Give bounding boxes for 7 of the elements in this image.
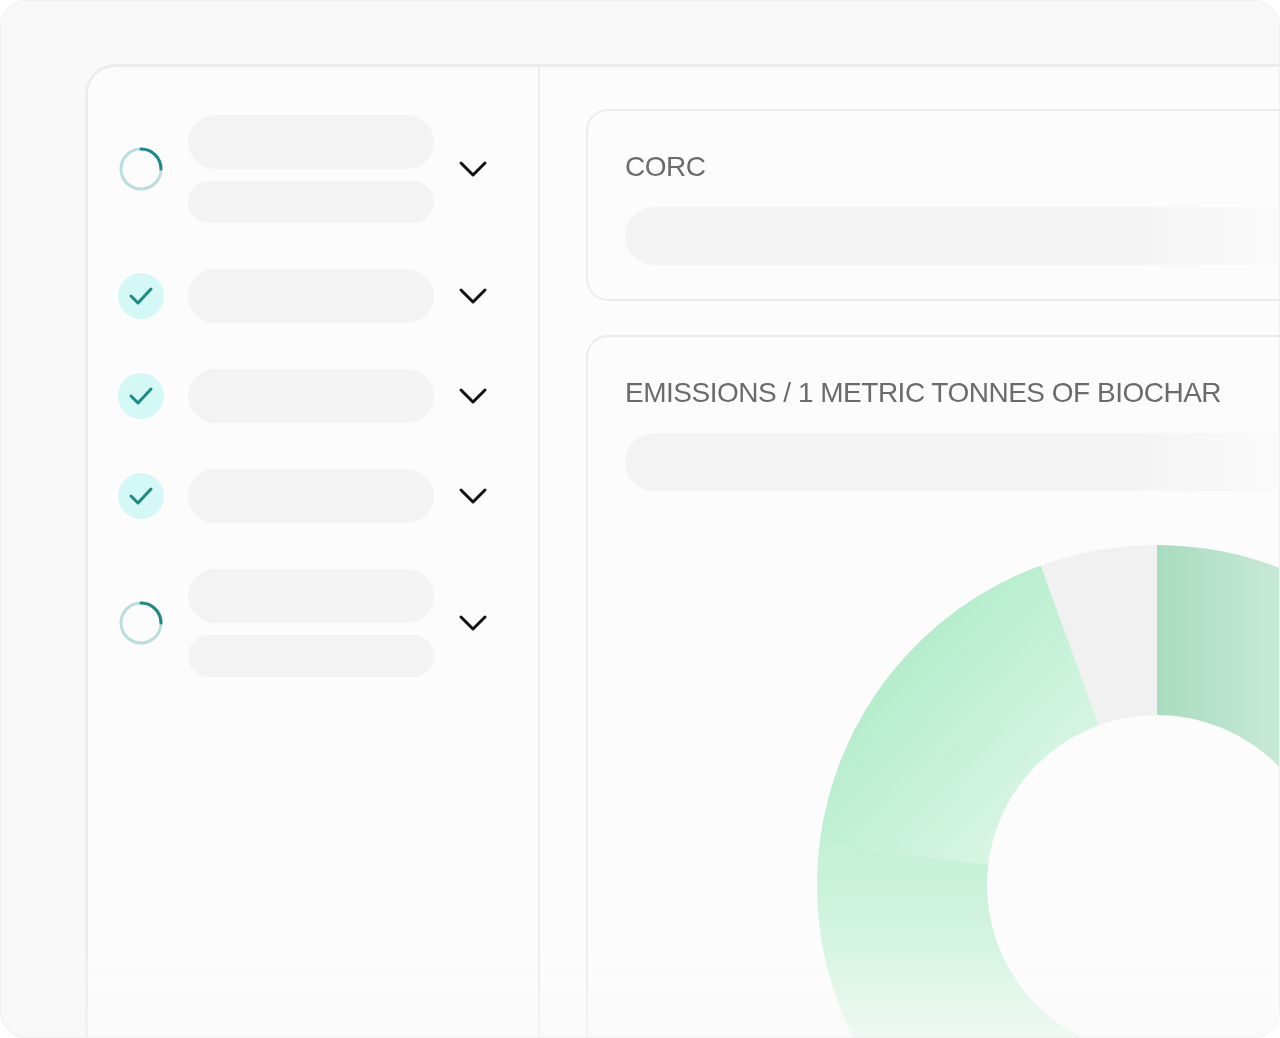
chevron-down-icon[interactable] [458,614,488,632]
card-title: CORC [625,151,707,183]
chevron-down-icon[interactable] [458,287,488,305]
chevron-down-icon[interactable] [458,160,488,178]
card-title: EMISSIONS / 1 METRIC TONNES OF BIOCHAR [625,377,1223,409]
chevron-down-icon[interactable] [458,487,488,505]
chevron-down-icon[interactable] [458,387,488,405]
